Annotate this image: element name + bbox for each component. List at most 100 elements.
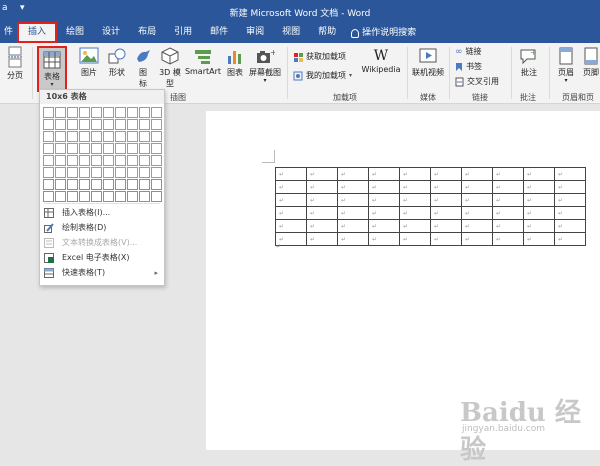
table-grid-cell[interactable] xyxy=(115,119,126,130)
table-cell[interactable]: ↵ xyxy=(306,206,338,220)
table-grid-cell[interactable] xyxy=(103,191,114,202)
table-grid-cell[interactable] xyxy=(67,119,78,130)
table-grid-cell[interactable] xyxy=(115,143,126,154)
screenshot-button[interactable]: + 屏幕截图 ▾ xyxy=(248,47,282,84)
table-cell[interactable]: ↵ xyxy=(337,219,369,233)
table-cell[interactable]: ↵ xyxy=(461,180,493,194)
table-cell[interactable]: ↵ xyxy=(492,167,524,181)
table-grid-cell[interactable] xyxy=(103,167,114,178)
table-grid-cell[interactable] xyxy=(43,107,54,118)
bookmark-button[interactable]: 书签 xyxy=(455,61,482,72)
table-cell[interactable]: ↵ xyxy=(492,232,524,246)
link-button[interactable]: ∞ 链接 xyxy=(455,46,482,57)
chart-button[interactable]: 图表 xyxy=(224,47,246,78)
table-grid-cell[interactable] xyxy=(151,191,162,202)
table-cell[interactable]: ↵ xyxy=(368,206,400,220)
icons-button[interactable]: 图 标 xyxy=(133,47,153,89)
table-cell[interactable]: ↵ xyxy=(492,219,524,233)
table-grid-cell[interactable] xyxy=(55,191,66,202)
table-grid-cell[interactable] xyxy=(139,119,150,130)
table-cell[interactable]: ↵ xyxy=(430,193,462,207)
table-grid-cell[interactable] xyxy=(151,143,162,154)
table-cell[interactable]: ↵ xyxy=(554,180,586,194)
table-grid-cell[interactable] xyxy=(55,167,66,178)
tell-me-search[interactable]: 操作说明搜索 xyxy=(345,24,425,43)
table-grid-cell[interactable] xyxy=(127,191,138,202)
excel-spreadsheet-menu-item[interactable]: Excel 电子表格(X) xyxy=(40,250,164,265)
table-grid-cell[interactable] xyxy=(103,155,114,166)
table-cell[interactable]: ↵ xyxy=(306,180,338,194)
table-grid-cell[interactable] xyxy=(79,143,90,154)
smartart-button[interactable]: SmartArt xyxy=(184,47,222,76)
insert-table-menu-item[interactable]: 插入表格(I)... xyxy=(40,205,164,220)
table-grid-cell[interactable] xyxy=(115,191,126,202)
table-grid-cell[interactable] xyxy=(139,167,150,178)
table-grid-cell[interactable] xyxy=(151,131,162,142)
table-cell[interactable]: ↵ xyxy=(368,180,400,194)
table-cell[interactable]: ↵ xyxy=(275,193,307,207)
table-cell[interactable]: ↵ xyxy=(461,167,493,181)
table-grid-cell[interactable] xyxy=(127,119,138,130)
online-video-button[interactable]: 联机视频 xyxy=(411,47,445,78)
table-grid-cell[interactable] xyxy=(115,107,126,118)
table-cell[interactable]: ↵ xyxy=(337,232,369,246)
header-button[interactable]: 页眉 ▾ xyxy=(554,47,578,84)
table-grid-cell[interactable] xyxy=(79,179,90,190)
table-grid-cell[interactable] xyxy=(151,107,162,118)
table-cell[interactable]: ↵ xyxy=(368,167,400,181)
table-cell[interactable]: ↵ xyxy=(461,232,493,246)
table-grid-cell[interactable] xyxy=(43,131,54,142)
table-grid-cell[interactable] xyxy=(127,167,138,178)
table-cell[interactable]: ↵ xyxy=(275,180,307,194)
table-cell[interactable]: ↵ xyxy=(554,232,586,246)
tab-insert[interactable]: 插入 xyxy=(17,22,58,43)
table-grid-cell[interactable] xyxy=(139,155,150,166)
table-grid-cell[interactable] xyxy=(127,131,138,142)
table-cell[interactable]: ↵ xyxy=(430,219,462,233)
tab-layout[interactable]: 布局 xyxy=(129,24,165,43)
new-comment-button[interactable]: + 批注 xyxy=(516,47,542,78)
table-grid-cell[interactable] xyxy=(55,131,66,142)
tab-help[interactable]: 帮助 xyxy=(309,24,345,43)
table-grid-cell[interactable] xyxy=(67,131,78,142)
table-grid-cell[interactable] xyxy=(43,191,54,202)
table-grid-cell[interactable] xyxy=(79,191,90,202)
table-grid-cell[interactable] xyxy=(91,131,102,142)
table-size-grid[interactable] xyxy=(43,107,162,202)
table-grid-cell[interactable] xyxy=(139,107,150,118)
my-addins-button[interactable]: 我的加载项 ▾ xyxy=(293,70,352,81)
table-grid-cell[interactable] xyxy=(115,155,126,166)
table-grid-cell[interactable] xyxy=(91,191,102,202)
tab-mailings[interactable]: 邮件 xyxy=(201,24,237,43)
table-cell[interactable]: ↵ xyxy=(399,167,431,181)
table-grid-cell[interactable] xyxy=(55,119,66,130)
table-grid-cell[interactable] xyxy=(43,155,54,166)
table-grid-cell[interactable] xyxy=(151,167,162,178)
3d-model-button[interactable]: 3D 模 型 xyxy=(157,47,183,89)
table-cell[interactable]: ↵ xyxy=(492,193,524,207)
table-grid-cell[interactable] xyxy=(79,167,90,178)
picture-button[interactable]: 图片 xyxy=(77,47,101,78)
table-grid-cell[interactable] xyxy=(151,155,162,166)
table-grid-cell[interactable] xyxy=(127,155,138,166)
table-cell[interactable]: ↵ xyxy=(430,206,462,220)
table-cell[interactable]: ↵ xyxy=(337,206,369,220)
table-grid-cell[interactable] xyxy=(139,191,150,202)
table-grid-cell[interactable] xyxy=(67,179,78,190)
table-cell[interactable]: ↵ xyxy=(368,219,400,233)
table-cell[interactable]: ↵ xyxy=(399,180,431,194)
table-grid-cell[interactable] xyxy=(103,107,114,118)
table-grid-cell[interactable] xyxy=(55,155,66,166)
table-cell[interactable]: ↵ xyxy=(461,193,493,207)
tab-design[interactable]: 设计 xyxy=(93,24,129,43)
table-grid-cell[interactable] xyxy=(103,143,114,154)
table-cell[interactable]: ↵ xyxy=(306,219,338,233)
table-cell[interactable]: ↵ xyxy=(554,219,586,233)
shapes-button[interactable]: 形状 xyxy=(104,47,130,78)
table-cell[interactable]: ↵ xyxy=(337,167,369,181)
table-cell[interactable]: ↵ xyxy=(306,193,338,207)
table-cell[interactable]: ↵ xyxy=(523,219,555,233)
table-grid-cell[interactable] xyxy=(43,143,54,154)
wikipedia-button[interactable]: W Wikipedia xyxy=(360,47,402,74)
table-grid-cell[interactable] xyxy=(127,179,138,190)
